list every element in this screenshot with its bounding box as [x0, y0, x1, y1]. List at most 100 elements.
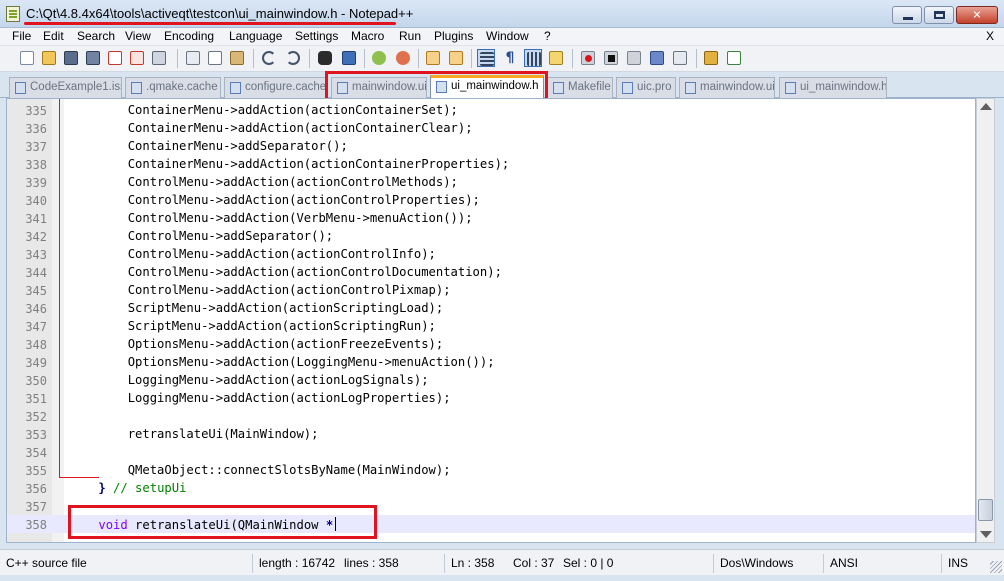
minimize-button[interactable] — [892, 6, 922, 24]
line-number: 343 — [25, 248, 47, 262]
word-wrap-button[interactable] — [477, 49, 495, 67]
scrollbar-thumb[interactable] — [978, 499, 993, 521]
tab-qmake-cache[interactable]: .qmake.cache — [125, 77, 221, 98]
tab-codeexample1[interactable]: CodeExample1.iss — [9, 77, 122, 98]
code-text: ContainerMenu->addAction(actionContainer… — [69, 121, 473, 135]
cut-button[interactable] — [184, 49, 202, 67]
indent-guide-icon — [527, 52, 541, 66]
code-line: 346 ScriptMenu->addAction(actionScriptin… — [7, 299, 975, 317]
play-macro-button[interactable] — [625, 49, 643, 67]
doc-map-button[interactable] — [547, 49, 565, 67]
tab-ui-mainwindow-h-2[interactable]: ui_mainwindow.h — [779, 77, 887, 98]
indent-guide-button[interactable] — [524, 49, 542, 67]
tab-label: .qmake.cache — [146, 81, 218, 93]
tab-uic-pro[interactable]: uic.pro — [616, 77, 676, 98]
menu-settings[interactable]: Settings — [292, 29, 341, 43]
line-number: 354 — [25, 446, 47, 460]
code-line: 352 — [7, 407, 975, 425]
scroll-down-arrow-icon[interactable] — [980, 531, 992, 538]
code-line: 339 ControlMenu->addAction(actionControl… — [7, 173, 975, 191]
line-number: 340 — [25, 194, 47, 208]
menu-search[interactable]: Search — [74, 29, 118, 43]
replace-button[interactable] — [340, 49, 358, 67]
maximize-icon — [934, 11, 945, 19]
plugin-button[interactable] — [702, 49, 720, 67]
record-macro-button[interactable] — [579, 49, 597, 67]
file-icon — [553, 82, 564, 94]
tab-label: mainwindow.ui — [700, 81, 775, 93]
sync-horizontal-button[interactable] — [447, 49, 465, 67]
save-macro-button[interactable] — [671, 49, 689, 67]
sync-vertical-button[interactable] — [424, 49, 442, 67]
toolbar-separator — [364, 49, 365, 68]
save-all-button[interactable] — [84, 49, 102, 67]
code-annotation-box — [68, 505, 377, 539]
paste-icon — [230, 51, 244, 65]
run-macro-multiple-button[interactable] — [648, 49, 666, 67]
print-button[interactable] — [150, 49, 168, 67]
undo-button[interactable] — [260, 49, 278, 67]
code-text: LoggingMenu->addAction(actionLogProperti… — [69, 391, 451, 405]
close-all-button[interactable] — [128, 49, 146, 67]
code-text: ContainerMenu->addAction(actionContainer… — [69, 103, 458, 117]
menu-run[interactable]: Run — [396, 29, 424, 43]
copy-button[interactable] — [206, 49, 224, 67]
redo-icon — [286, 51, 300, 65]
close-file-button[interactable] — [106, 49, 124, 67]
stop-record-button[interactable] — [602, 49, 620, 67]
code-text: ControlMenu->addAction(actionControlMeth… — [69, 175, 458, 189]
stop-icon — [604, 51, 618, 65]
close-document-button[interactable]: X — [986, 29, 994, 43]
zoom-in-button[interactable] — [370, 49, 388, 67]
vertical-scrollbar[interactable] — [976, 98, 995, 543]
paste-button[interactable] — [228, 49, 246, 67]
code-line: 353 retranslateUi(MainWindow); — [7, 425, 975, 443]
menu-file[interactable]: File — [9, 29, 34, 43]
line-number: 341 — [25, 212, 47, 226]
code-line: 349 OptionsMenu->addAction(LoggingMenu->… — [7, 353, 975, 371]
menu-language[interactable]: Language — [226, 29, 285, 43]
menu-help[interactable]: ? — [541, 29, 554, 43]
code-text: OptionsMenu->addAction(LoggingMenu->menu… — [69, 355, 495, 369]
line-number: 335 — [25, 104, 47, 118]
maximize-button[interactable] — [924, 6, 954, 24]
open-file-button[interactable] — [40, 49, 58, 67]
close-window-button[interactable]: ✕ — [956, 6, 998, 24]
open-file-icon — [42, 51, 56, 65]
pilcrow-icon: ¶ — [505, 50, 515, 66]
menu-view[interactable]: View — [122, 29, 154, 43]
menu-macro[interactable]: Macro — [348, 29, 387, 43]
spellcheck-button[interactable] — [725, 49, 743, 67]
tab-mainwindow-ui-2[interactable]: mainwindow.ui — [679, 77, 775, 98]
zoom-out-button[interactable] — [394, 49, 412, 67]
menu-window[interactable]: Window — [483, 29, 532, 43]
tab-makefile[interactable]: Makefile — [547, 77, 613, 98]
line-number: 346 — [25, 302, 47, 316]
file-icon — [230, 82, 241, 94]
close-all-icon — [130, 51, 144, 65]
redo-button[interactable] — [284, 49, 302, 67]
toolbar: ¶ — [0, 46, 1004, 72]
code-text: ControlMenu->addSeparator(); — [69, 229, 334, 243]
line-number: 356 — [25, 482, 47, 496]
scroll-up-arrow-icon[interactable] — [980, 103, 992, 110]
tab-configure-cache[interactable]: configure.cache — [224, 77, 327, 98]
line-number: 337 — [25, 140, 47, 154]
new-file-button[interactable] — [18, 49, 36, 67]
menu-plugins[interactable]: Plugins — [431, 29, 476, 43]
code-line: 355 QMetaObject::connectSlotsByName(Main… — [7, 461, 975, 479]
code-editor[interactable]: 335 ContainerMenu->addAction(actionConta… — [6, 98, 976, 543]
find-button[interactable] — [316, 49, 334, 67]
show-all-chars-button[interactable]: ¶ — [501, 49, 519, 67]
menu-encoding[interactable]: Encoding — [161, 29, 217, 43]
active-tab-annotation-box — [325, 71, 548, 101]
notepadpp-app-icon[interactable] — [6, 6, 20, 22]
code-line: 350 LoggingMenu->addAction(actionLogSign… — [7, 371, 975, 389]
code-text: ScriptMenu->addAction(actionScriptingLoa… — [69, 301, 444, 315]
resize-grip-icon[interactable] — [990, 561, 1002, 573]
code-line: 335 ContainerMenu->addAction(actionConta… — [7, 101, 975, 119]
binoculars-icon — [318, 51, 332, 65]
menu-edit[interactable]: Edit — [40, 29, 67, 43]
save-button[interactable] — [62, 49, 80, 67]
